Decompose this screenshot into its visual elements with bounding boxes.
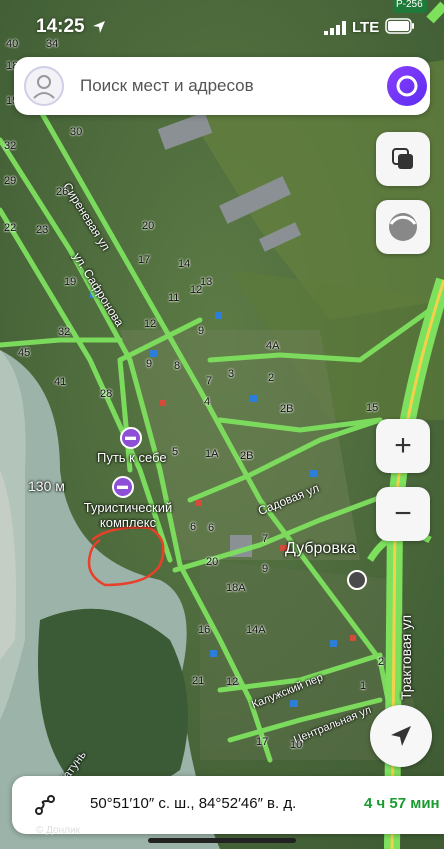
house-number: 23 [36,224,49,236]
locality-label: Дубровка [285,540,357,557]
map-watermark: © Донлик [36,825,80,836]
route-button[interactable] [18,778,72,832]
house-number: 4 [204,396,211,408]
zoom-in-label: + [394,429,412,462]
house-number: 32 [58,326,71,338]
location-arrow-icon [93,21,105,33]
house-number: 16 [198,624,211,636]
house-number: 1А [205,448,219,460]
house-number: 2В [240,450,254,462]
house-number: 15 [366,402,379,414]
house-number: 41 [54,376,67,388]
zoom-out-label: − [394,497,412,530]
network-type: LTE [352,19,380,36]
house-number: 10 [290,739,303,751]
zoom-out-button[interactable]: − [376,487,430,541]
house-number: 2 [268,372,275,384]
search-bar[interactable] [14,57,430,115]
house-number: 7 [206,375,213,387]
house-number: 29 [4,175,17,187]
house-number: 3 [228,368,235,380]
house-number: 14 [178,258,191,270]
house-number: 6 [190,521,197,533]
house-number: 14А [246,624,266,636]
status-bar: 14:25 LTE [0,0,444,50]
house-number: 12 [226,676,239,688]
user-icon [33,75,55,99]
poi-label-put-k-sebe[interactable]: Путь к себе [97,450,167,465]
house-number: 21 [192,675,205,687]
house-number: 4А [266,340,280,352]
signal-icon [324,21,346,35]
house-number: 20 [142,220,155,232]
layers-button[interactable] [376,132,430,186]
house-number: 45 [18,347,31,359]
house-number: 17 [138,254,151,266]
house-number: 22 [4,222,17,234]
house-number: 5 [172,446,179,458]
house-number: 28 [100,388,113,400]
house-number: 30 [70,126,83,138]
locate-arrow-icon [391,726,411,746]
house-number: 32 [4,140,17,152]
coordinates-text: 50°51′10″ с. ш., 84°52′46″ в. д. [90,795,297,812]
route-icon [35,795,55,815]
house-number: 20 [206,556,219,568]
battery-icon [385,18,414,34]
house-number: 9 [146,358,153,370]
home-indicator [148,838,296,843]
zoom-in-button[interactable]: + [376,419,430,473]
scale-label: 130 м [28,478,65,494]
profile-avatar[interactable] [24,66,64,106]
locate-button[interactable] [370,705,432,767]
hotel-icon: ▬ [125,431,136,443]
alice-icon [396,75,418,97]
traffic-icon [389,213,417,241]
layers-icon [392,148,413,169]
status-time: 14:25 [36,16,85,37]
house-number: 26 [56,186,69,198]
house-number: 2 [378,656,385,668]
traffic-button[interactable] [376,200,430,254]
house-number: 7 [262,533,269,545]
house-number: 6 [208,522,215,534]
house-number: 12 [190,284,203,296]
house-number: 18А [226,582,246,594]
house-number: 12 [144,318,157,330]
hotel-icon: ▬ [117,480,128,492]
street-label-traktovaya: Трактовая ул [398,614,414,700]
poi-label-tourist-complex[interactable]: Туристический комплекс [78,500,178,530]
house-number: 8 [174,360,181,372]
search-input[interactable] [80,71,380,101]
voice-assistant-button[interactable] [387,66,427,106]
house-number: 2В [280,403,294,415]
house-number: 17 [256,736,269,748]
route-duration: 4 ч 57 мин [364,795,440,812]
house-number: 11 [168,292,180,304]
house-number: 9 [198,325,205,337]
house-number: 1 [360,680,367,692]
house-number: 19 [64,276,77,288]
house-number: 9 [262,563,269,575]
